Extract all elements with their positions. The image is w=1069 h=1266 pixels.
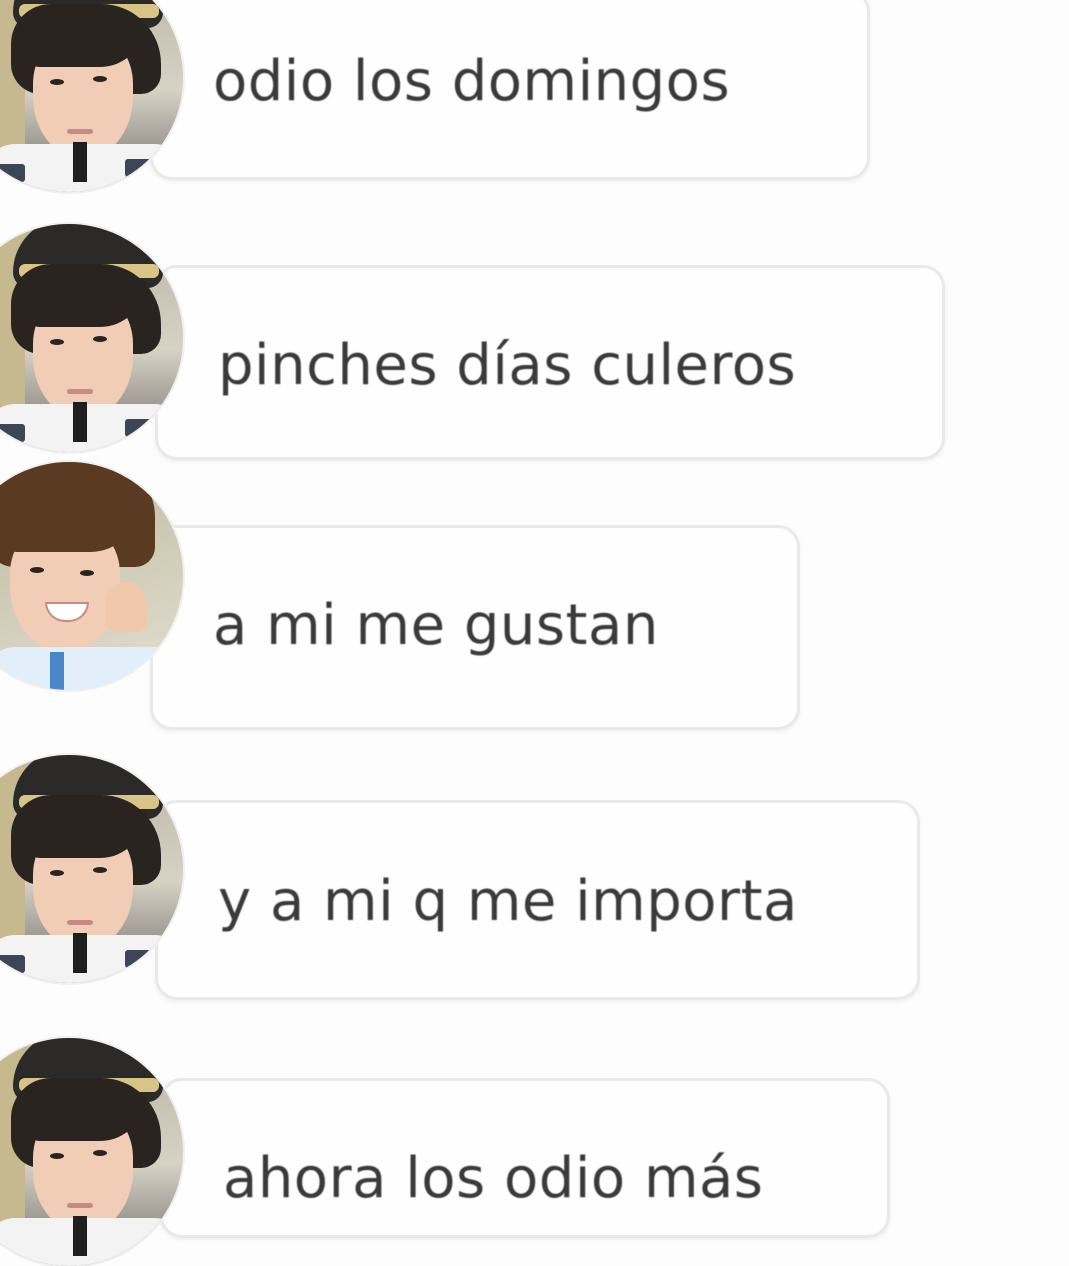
message-bubble[interactable]: a mi me gustan (150, 525, 800, 730)
user-avatar[interactable] (0, 0, 183, 192)
message-text: pinches días culeros (218, 333, 797, 398)
user-avatar[interactable] (0, 1038, 183, 1266)
message-text: a mi me gustan (213, 593, 659, 658)
user-avatar[interactable] (0, 224, 183, 452)
message-bubble[interactable]: pinches días culeros (155, 265, 945, 460)
message-text: odio los domingos (213, 49, 731, 114)
user-avatar[interactable] (0, 755, 183, 983)
message-bubble[interactable]: odio los domingos (150, 0, 870, 180)
message-bubble[interactable]: y a mi q me importa (155, 800, 920, 1000)
message-text: ahora los odio más (223, 1146, 764, 1211)
user-avatar[interactable] (0, 462, 183, 690)
message-bubble[interactable]: ahora los odio más (160, 1078, 890, 1238)
message-text: y a mi q me importa (218, 869, 798, 934)
